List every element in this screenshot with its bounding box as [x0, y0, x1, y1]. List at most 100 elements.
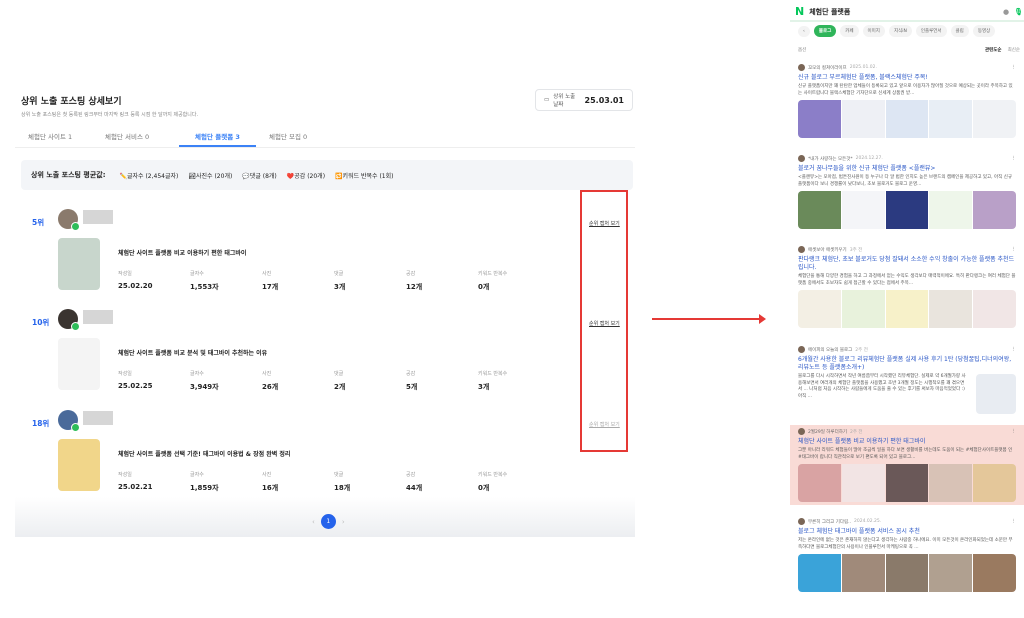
option-button[interactable]: 옵션: [798, 47, 806, 53]
stat-column: 키워드 반복수 3개: [478, 371, 508, 391]
sort-recent[interactable]: 최신순: [1008, 47, 1020, 53]
next-icon[interactable]: ›: [342, 518, 345, 526]
result-date: 2주 전: [850, 429, 863, 435]
result-author[interactable]: 2월29일 하루더하기: [808, 429, 847, 435]
stat-comments: 💬댓글 (8개): [242, 172, 277, 180]
stat-column: 댓글 2개: [334, 371, 346, 391]
search-result: 애셋보아 애셋키우기 3주 전 ⋮ 판다랭크 체험단, 초보 블로거도 당첨 잘돼서…: [790, 246, 1024, 328]
result-date: 2024.02.25.: [853, 519, 882, 524]
date-label: 상위 노출 날짜: [553, 94, 576, 108]
author-avatar: [798, 518, 805, 525]
result-images[interactable]: [798, 191, 1016, 229]
result-meta: 무른히 그리고 기다림.. 2024.02.25. ⋮: [798, 518, 1016, 525]
prev-icon[interactable]: ‹: [312, 518, 315, 526]
result-snippet: 그뿐 아니라 리워드 체험들이 많아 조금씩 일을 하다 보면 생활비를 버는데…: [798, 448, 1013, 460]
stat-likes: ❤️공감 (20개): [286, 172, 326, 180]
result-images[interactable]: [798, 464, 1016, 502]
post-title[interactable]: 체험단 사이트 플랫폼 선택 기준! 태그바이 이용법 & 장점 완벽 정리: [118, 449, 290, 458]
more-icon[interactable]: ⋮: [1012, 156, 1017, 161]
result-thumbnail[interactable]: [976, 374, 1016, 414]
post-title[interactable]: 체험단 사이트 플랫폼 비교 분석 및 태그바이 추천하는 이유: [118, 348, 267, 357]
search-query[interactable]: 체험단 플랫폼: [809, 7, 850, 17]
search-tab[interactable]: 인플루언서: [915, 25, 947, 37]
back-icon[interactable]: ‹: [798, 25, 810, 37]
more-icon[interactable]: ⋮: [1012, 65, 1017, 70]
more-icon[interactable]: ⋮: [1012, 519, 1017, 524]
naver-search-panel: N 체험단 플랫폼 ● 🎙 ‹ 블로그 카페 이미지 지식iN 인플루언서 클립 동영상 옵션 관련도…: [790, 0, 1024, 618]
mic-icon[interactable]: 🎙: [1014, 8, 1023, 16]
photo-icon: 🏞: [188, 172, 196, 180]
result-images[interactable]: [798, 554, 1016, 592]
post-title[interactable]: 체험단 사이트 플랫폼 비교 이용하기 편한 태그바이: [118, 248, 246, 257]
repeat-icon: 🔁: [335, 172, 343, 180]
search-result: 에이피의 오늘의 블로그 2주 전 ⋮ 6개월간 사용한 블로그 리뷰체험단 플랫폼…: [790, 346, 1024, 414]
arrow-icon: [652, 314, 766, 324]
search-result: 2월29일 하루더하기 2주 전 ⋮ 체험단 사이트 플랫폼 비교 이용하기 편한 …: [790, 425, 1024, 505]
more-icon[interactable]: ⋮: [1012, 347, 1017, 352]
post-stats: 작성일 25.02.20 글자수 1,553자 사진 17개 댓글 3개 공감 12개 키워드 반복…: [118, 270, 550, 292]
stat-column: 글자수 1,859자: [190, 472, 219, 492]
more-icon[interactable]: ⋮: [1012, 429, 1017, 434]
tab-recruit[interactable]: 체험단 모집 0: [256, 125, 333, 147]
result-title[interactable]: 블로거 꿈나무들을 위한 신규 체험단 플랫폼 <플랜뷰>: [798, 165, 1016, 173]
search-tab[interactable]: 동영상: [972, 25, 996, 37]
naver-logo-icon: N: [795, 5, 805, 18]
post-stats: 작성일 25.02.25 글자수 3,949자 사진 26개 댓글 2개 공감 5개 키워드 반복수…: [118, 370, 550, 392]
tab-service[interactable]: 체험단 서비스 0: [92, 125, 169, 147]
search-tab[interactable]: 블로그: [813, 25, 837, 37]
result-author[interactable]: 에이피의 오늘의 블로그: [808, 347, 852, 353]
result-author[interactable]: 무른히 그리고 기다림..: [808, 519, 851, 525]
comment-icon: 💬: [242, 172, 250, 180]
result-author[interactable]: 꼬모의 컬쳐이라이프: [808, 65, 847, 71]
blurred-blogger-name: [83, 210, 113, 224]
post-stats: 작성일 25.02.21 글자수 1,859자 사진 16개 댓글 18개 공감 44개 키워드 반…: [118, 471, 550, 493]
stat-column: 공감 44개: [406, 472, 423, 492]
result-title[interactable]: 체험단 사이트 플랫폼 비교 이용하기 편한 태그바이: [798, 438, 1016, 446]
sort-relevance[interactable]: 관련도순: [985, 47, 1002, 53]
stat-chars: ✏️글자수 (2,454글자): [119, 172, 179, 180]
stat-column: 글자수 3,949자: [190, 371, 219, 391]
stat-column: 공감 12개: [406, 271, 423, 291]
result-images[interactable]: [798, 100, 1016, 138]
tab-platform[interactable]: 체험단 플랫폼 3: [179, 125, 256, 147]
result-author[interactable]: *내가 사랑하는 모든것*: [808, 156, 853, 162]
search-tab[interactable]: 클립: [950, 25, 969, 37]
post-thumbnail[interactable]: [58, 439, 100, 491]
result-date: 2024.12.27.: [855, 156, 883, 161]
stat-column: 글자수 1,553자: [190, 271, 219, 291]
stat-photos: 🏞사진수 (20개): [188, 172, 233, 180]
post-thumbnail[interactable]: [58, 238, 100, 290]
search-tab[interactable]: 카페: [840, 25, 859, 37]
search-bar[interactable]: N 체험단 플랫폼 ● 🎙: [795, 5, 1023, 18]
more-icon[interactable]: ⋮: [1012, 247, 1017, 252]
result-meta: 꼬모의 컬쳐이라이프 2025.01.02. ⋮: [798, 64, 1016, 71]
result-title[interactable]: 블로그 체험단 태그바이 플랫폼 서비스 꼼시 추천: [798, 528, 1016, 536]
result-title[interactable]: 신규 블로그 부르체험단 플랫폼, 블랙스체험단 주목!: [798, 74, 1016, 82]
result-meta: 에이피의 오늘의 블로그 2주 전 ⋮: [798, 346, 1016, 353]
result-meta: *내가 사랑하는 모든것* 2024.12.27. ⋮: [798, 155, 1016, 162]
author-avatar: [798, 155, 805, 162]
tab-site[interactable]: 체험단 사이트 1: [15, 125, 92, 147]
post-thumbnail[interactable]: [58, 338, 100, 390]
search-tab[interactable]: 이미지: [862, 25, 885, 37]
page-button[interactable]: 1: [320, 514, 336, 529]
result-snippet: 저는 온라인에 없는 것은 존재하지 않는다고 생각하는 사람중 하나에요. 이…: [798, 538, 1013, 550]
result-date: 3주 전: [849, 247, 863, 253]
avatar: [58, 309, 80, 331]
author-avatar: [798, 246, 805, 253]
stat-column: 공감 5개: [406, 371, 418, 391]
result-snippet: <플랜뷰>는 모아점, 범튼진사원이 등 누구나 다 알 법한 인지도 높은 브…: [798, 175, 1013, 187]
stat-column: 작성일 25.02.20: [118, 271, 153, 290]
clear-icon[interactable]: ●: [1003, 8, 1009, 16]
stat-column: 사진 17개: [262, 271, 279, 291]
highlight-box: [580, 190, 628, 452]
result-images[interactable]: [798, 290, 1016, 328]
result-title[interactable]: 판다랭크 체험단, 초보 블로거도 당첨 잘돼서 소소한 수익 창출이 가능한 …: [798, 256, 1016, 272]
result-snippet: 체험단을 통해 다양한 경험을 하고 그 과정에서 얻는 수익도 생각보다 매력…: [798, 274, 1016, 286]
filter-bar: 옵션 관련도순 최신순: [798, 47, 1020, 53]
result-meta: 애셋보아 애셋키우기 3주 전 ⋮: [798, 246, 1016, 253]
result-author[interactable]: 애셋보아 애셋키우기: [808, 247, 847, 253]
result-title[interactable]: 6개월간 사용한 블로그 리뷰체험단 플랫폼 실제 사용 후기 1탄 (당첨꿀팁…: [798, 356, 1016, 372]
search-tab[interactable]: 지식iN: [888, 25, 912, 37]
stat-column: 댓글 18개: [334, 472, 351, 492]
